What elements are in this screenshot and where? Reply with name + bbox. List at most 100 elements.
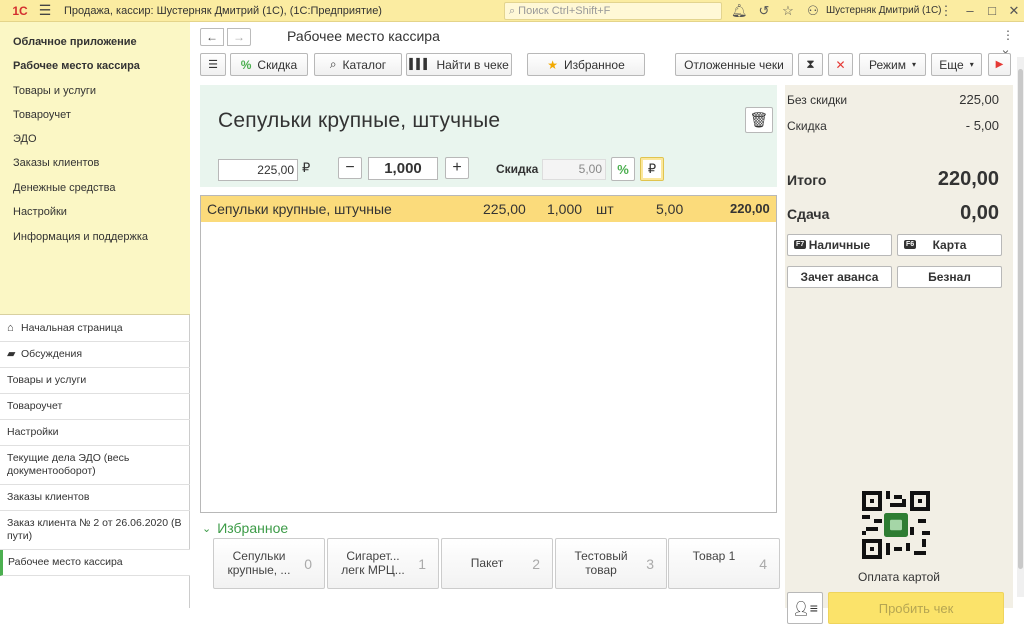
open-item-inventory[interactable]: Товароучет — [0, 394, 190, 420]
form-title: Рабочее место кассира — [287, 28, 440, 44]
advance-label: Зачет аванса — [800, 270, 879, 284]
bell-icon[interactable]: 🔔︎ — [731, 3, 748, 19]
sections-panel: Облачное приложение Рабочее место кассир… — [0, 22, 190, 315]
qr-code-icon — [862, 491, 930, 559]
section-support[interactable]: Информация и поддержка — [13, 231, 148, 243]
history-icon[interactable]: ↺ — [756, 3, 772, 19]
favorites-button[interactable]: ★ Избранное — [527, 53, 645, 76]
section-money[interactable]: Денежные средства — [13, 182, 115, 194]
open-item-label: Заказы клиентов — [7, 491, 90, 503]
favorite-tile-4[interactable]: Товар 1 4 — [668, 538, 780, 589]
open-item-edo[interactable]: Текущие дела ЭДО (весь документооборот) — [0, 446, 190, 485]
open-item-settings[interactable]: Настройки — [0, 420, 190, 446]
discount-input[interactable]: 5,00 — [542, 159, 606, 180]
section-settings[interactable]: Настройки — [13, 206, 67, 218]
discount-amount-button[interactable]: ₽ — [640, 157, 664, 181]
favorite-tile-3[interactable]: Тестовый товар 3 — [555, 538, 667, 589]
open-item-orders[interactable]: Заказы клиентов — [0, 485, 190, 511]
window-title: Продажа, кассир: Шустерняк Дмитрий (1С),… — [64, 4, 382, 17]
ruble-icon: ₽ — [647, 161, 657, 176]
noncash-button[interactable]: Безнал — [897, 266, 1002, 288]
more-label: Еще — [939, 57, 964, 72]
user-card-icon: 👤︎≡ — [792, 599, 818, 616]
close-icon: ✕ — [835, 57, 846, 72]
fullscreen-button[interactable]: ▶ — [988, 53, 1011, 76]
open-item-discussions[interactable]: ▰ Обсуждения — [0, 342, 190, 368]
qty-decrease-button[interactable]: − — [338, 157, 362, 179]
card-button[interactable]: F6 Карта — [897, 234, 1002, 256]
qr-label: Оплата картой — [858, 570, 940, 584]
receipt-table[interactable]: Сепульки крупные, штучные 225,00 1,000 ш… — [200, 195, 777, 513]
hourglass-button[interactable]: ⧗ — [798, 53, 823, 76]
price-input[interactable]: 225,00 — [218, 159, 298, 181]
cancel-receipt-button[interactable]: ✕ — [828, 53, 853, 76]
cash-button[interactable]: F7 Наличные — [787, 234, 892, 256]
favorite-tile-1[interactable]: Сигарет... легк МРЦ... 1 — [327, 538, 439, 589]
favorites-header-label: Избранное — [217, 520, 289, 536]
customer-button[interactable]: 👤︎≡ — [787, 592, 823, 624]
section-inventory[interactable]: Товароучет — [13, 109, 71, 121]
more-dropdown[interactable]: Еще ▾ — [931, 53, 982, 76]
star-icon: ★ — [547, 57, 558, 72]
open-item-home[interactable]: ⌂ Начальная страница — [0, 316, 190, 342]
minus-icon: − — [345, 159, 355, 176]
section-cloud[interactable]: Облачное приложение — [13, 36, 137, 48]
quantity-input[interactable]: 1,000 — [368, 157, 438, 180]
percent-icon: % — [240, 57, 252, 72]
favorites-header[interactable]: ⌄ Избранное — [202, 520, 288, 536]
menu-icon[interactable]: ☰ — [34, 2, 56, 19]
tile-label: Сепульки крупные, ... — [227, 549, 291, 577]
discount-total-value: - 5,00 — [965, 118, 999, 133]
discount-percent-button[interactable]: % — [611, 157, 635, 181]
find-in-receipt-button[interactable]: ▌▌▌ Найти в чеке — [406, 53, 512, 76]
line-discount: 5,00 — [656, 201, 684, 217]
tile-number: 2 — [532, 556, 540, 572]
catalog-button[interactable]: ⌕ Каталог — [314, 53, 402, 76]
mode-label: Режим — [868, 57, 906, 72]
search-placeholder: Поиск Ctrl+Shift+F — [518, 5, 611, 17]
percent-icon: % — [617, 161, 629, 177]
section-cashier[interactable]: Рабочее место кассира — [13, 60, 140, 72]
open-item-goods[interactable]: Товары и услуги — [0, 368, 190, 394]
open-item-order-2[interactable]: Заказ клиента № 2 от 26.06.2020 (В пути) — [0, 511, 190, 550]
maximize-icon[interactable]: □ — [984, 3, 1000, 19]
scroll-thumb[interactable] — [1018, 69, 1023, 569]
hourglass-icon: ⧗ — [806, 57, 815, 71]
open-windows-list: ⌂ Начальная страница ▰ Обсуждения Товары и… — [0, 316, 190, 576]
no-discount-label: Без скидки — [787, 93, 848, 107]
qty-increase-button[interactable]: + — [445, 157, 469, 179]
favorite-tile-0[interactable]: Сепульки крупные, ... 0 — [213, 538, 325, 589]
print-receipt-button[interactable]: Пробить чек — [828, 592, 1004, 624]
line-price: 225,00 — [483, 201, 526, 217]
advance-offset-button[interactable]: Зачет аванса — [787, 266, 892, 288]
forward-button[interactable]: → — [227, 28, 251, 46]
tile-label: Товар 1 — [692, 549, 736, 563]
global-search-input[interactable]: ⌕ Поиск Ctrl+Shift+F — [504, 2, 722, 20]
user-name[interactable]: Шустерняк Дмитрий (1С) — [826, 5, 942, 16]
mode-dropdown[interactable]: Режим ▾ — [859, 53, 926, 76]
change-value: 0,00 — [960, 202, 999, 224]
star-icon[interactable]: ☆ — [780, 3, 796, 19]
chevron-down-icon: ▾ — [911, 60, 916, 69]
discount-button[interactable]: % Скидка — [230, 53, 308, 76]
more-vert-icon[interactable]: ⋮ — [938, 3, 954, 19]
section-orders[interactable]: Заказы клиентов — [13, 157, 99, 169]
hotkey-badge: F6 — [904, 240, 917, 249]
close-icon[interactable]: ✕ — [1006, 3, 1022, 19]
user-icon[interactable]: ⚇ — [805, 3, 821, 19]
line-qty: 1,000 — [547, 201, 583, 217]
minimize-icon[interactable]: – — [962, 3, 978, 19]
table-row[interactable]: Сепульки крупные, штучные 225,00 1,000 ш… — [201, 196, 776, 222]
more-vert-icon[interactable]: ⋮ — [1002, 28, 1014, 42]
back-button[interactable]: ← — [200, 28, 224, 46]
total-label: Итого — [787, 172, 827, 188]
section-goods[interactable]: Товары и услуги — [13, 85, 96, 97]
delete-line-button[interactable]: 🗑︎ — [745, 107, 773, 133]
open-item-label: Текущие дела ЭДО (весь документооборот) — [7, 452, 130, 477]
section-edo[interactable]: ЭДО — [13, 133, 37, 145]
list-toggle-button[interactable]: ☰ — [200, 53, 226, 76]
scrollbar[interactable] — [1017, 57, 1024, 597]
open-item-cashier[interactable]: Рабочее место кассира — [0, 550, 190, 576]
favorite-tile-2[interactable]: Пакет 2 — [441, 538, 553, 589]
deferred-receipts-button[interactable]: Отложенные чеки — [675, 53, 793, 76]
